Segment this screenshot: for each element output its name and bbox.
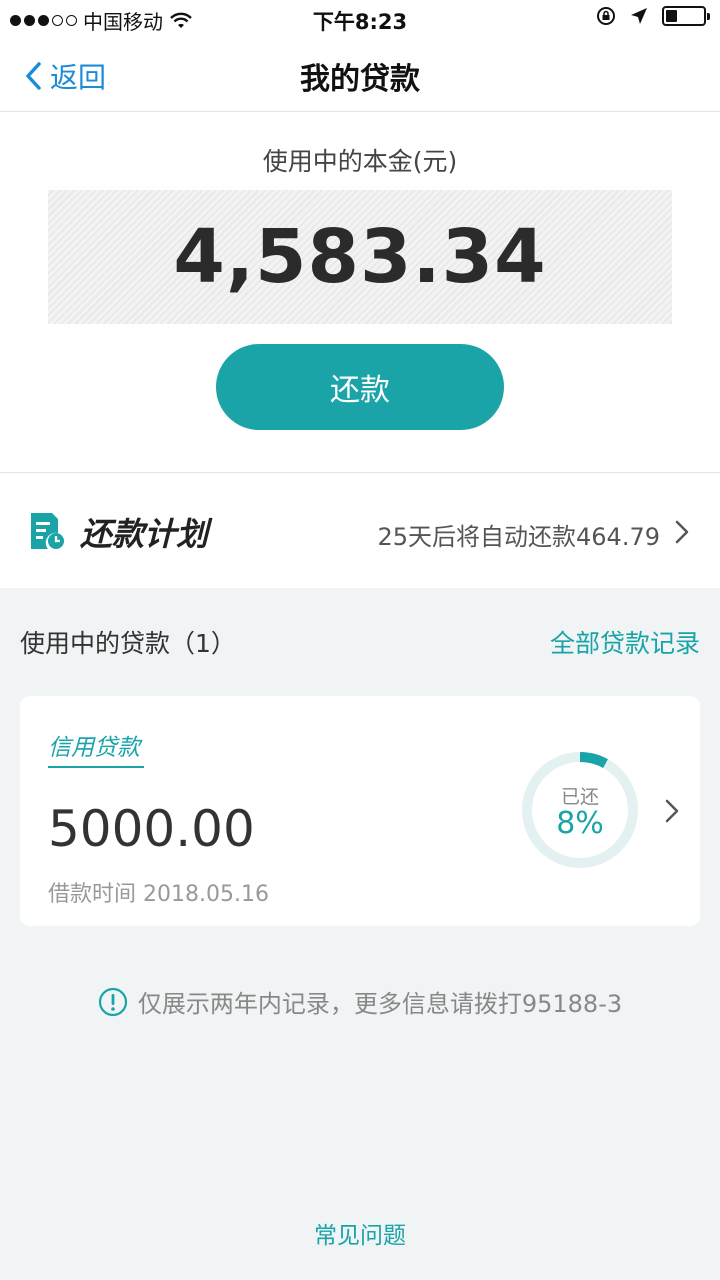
records-notice: 仅展示两年内记录，更多信息请拨打95188-3	[0, 984, 720, 1019]
notice-text: 仅展示两年内记录，更多信息请拨打95188-3	[137, 990, 623, 1018]
loan-type-underline	[48, 766, 144, 768]
info-exclamation-icon	[98, 987, 127, 1016]
nav-bar: 返回 我的贷款	[0, 36, 720, 112]
auto-repay-info: 25天后将自动还款464.79	[377, 523, 660, 551]
principal-amount-box: 4,583.34	[48, 190, 672, 324]
loan-date: 借款时间 2018.05.16	[48, 882, 269, 907]
repaid-percent: 8%	[556, 806, 604, 841]
schedule-document-icon	[31, 513, 64, 549]
loan-type: 信用贷款	[48, 735, 140, 761]
status-right	[596, 6, 710, 26]
chevron-right-icon	[675, 520, 689, 544]
active-loans-title: 使用中的贷款（1）	[20, 629, 236, 658]
faq-link[interactable]: 常见问题	[0, 1216, 720, 1250]
all-loan-records-link[interactable]: 全部贷款记录	[550, 624, 700, 660]
loan-amount: 5000.00	[48, 800, 255, 858]
status-bar: 中国移动 下午8:23	[0, 0, 720, 36]
rotation-lock-icon	[597, 7, 615, 25]
page-title: 我的贷款	[300, 62, 420, 97]
principal-label: 使用中的本金(元)	[262, 147, 458, 176]
repaid-label: 已还	[560, 786, 599, 808]
repayment-plan-row[interactable]: 还款计划 25天后将自动还款464.79	[0, 472, 720, 588]
location-arrow-icon	[631, 8, 647, 24]
repay-button[interactable]: 还款	[216, 344, 504, 430]
principal-amount: 4,583.34	[173, 214, 547, 300]
repayment-plan-title: 还款计划	[80, 515, 209, 553]
loan-card[interactable]: 信用贷款 5000.00 借款时间 2018.05.16 已还 8%	[20, 696, 700, 926]
principal-section: 使用中的本金(元) 4,583.34 还款	[0, 112, 720, 472]
battery-icon	[662, 6, 710, 26]
chevron-right-icon	[665, 799, 679, 823]
